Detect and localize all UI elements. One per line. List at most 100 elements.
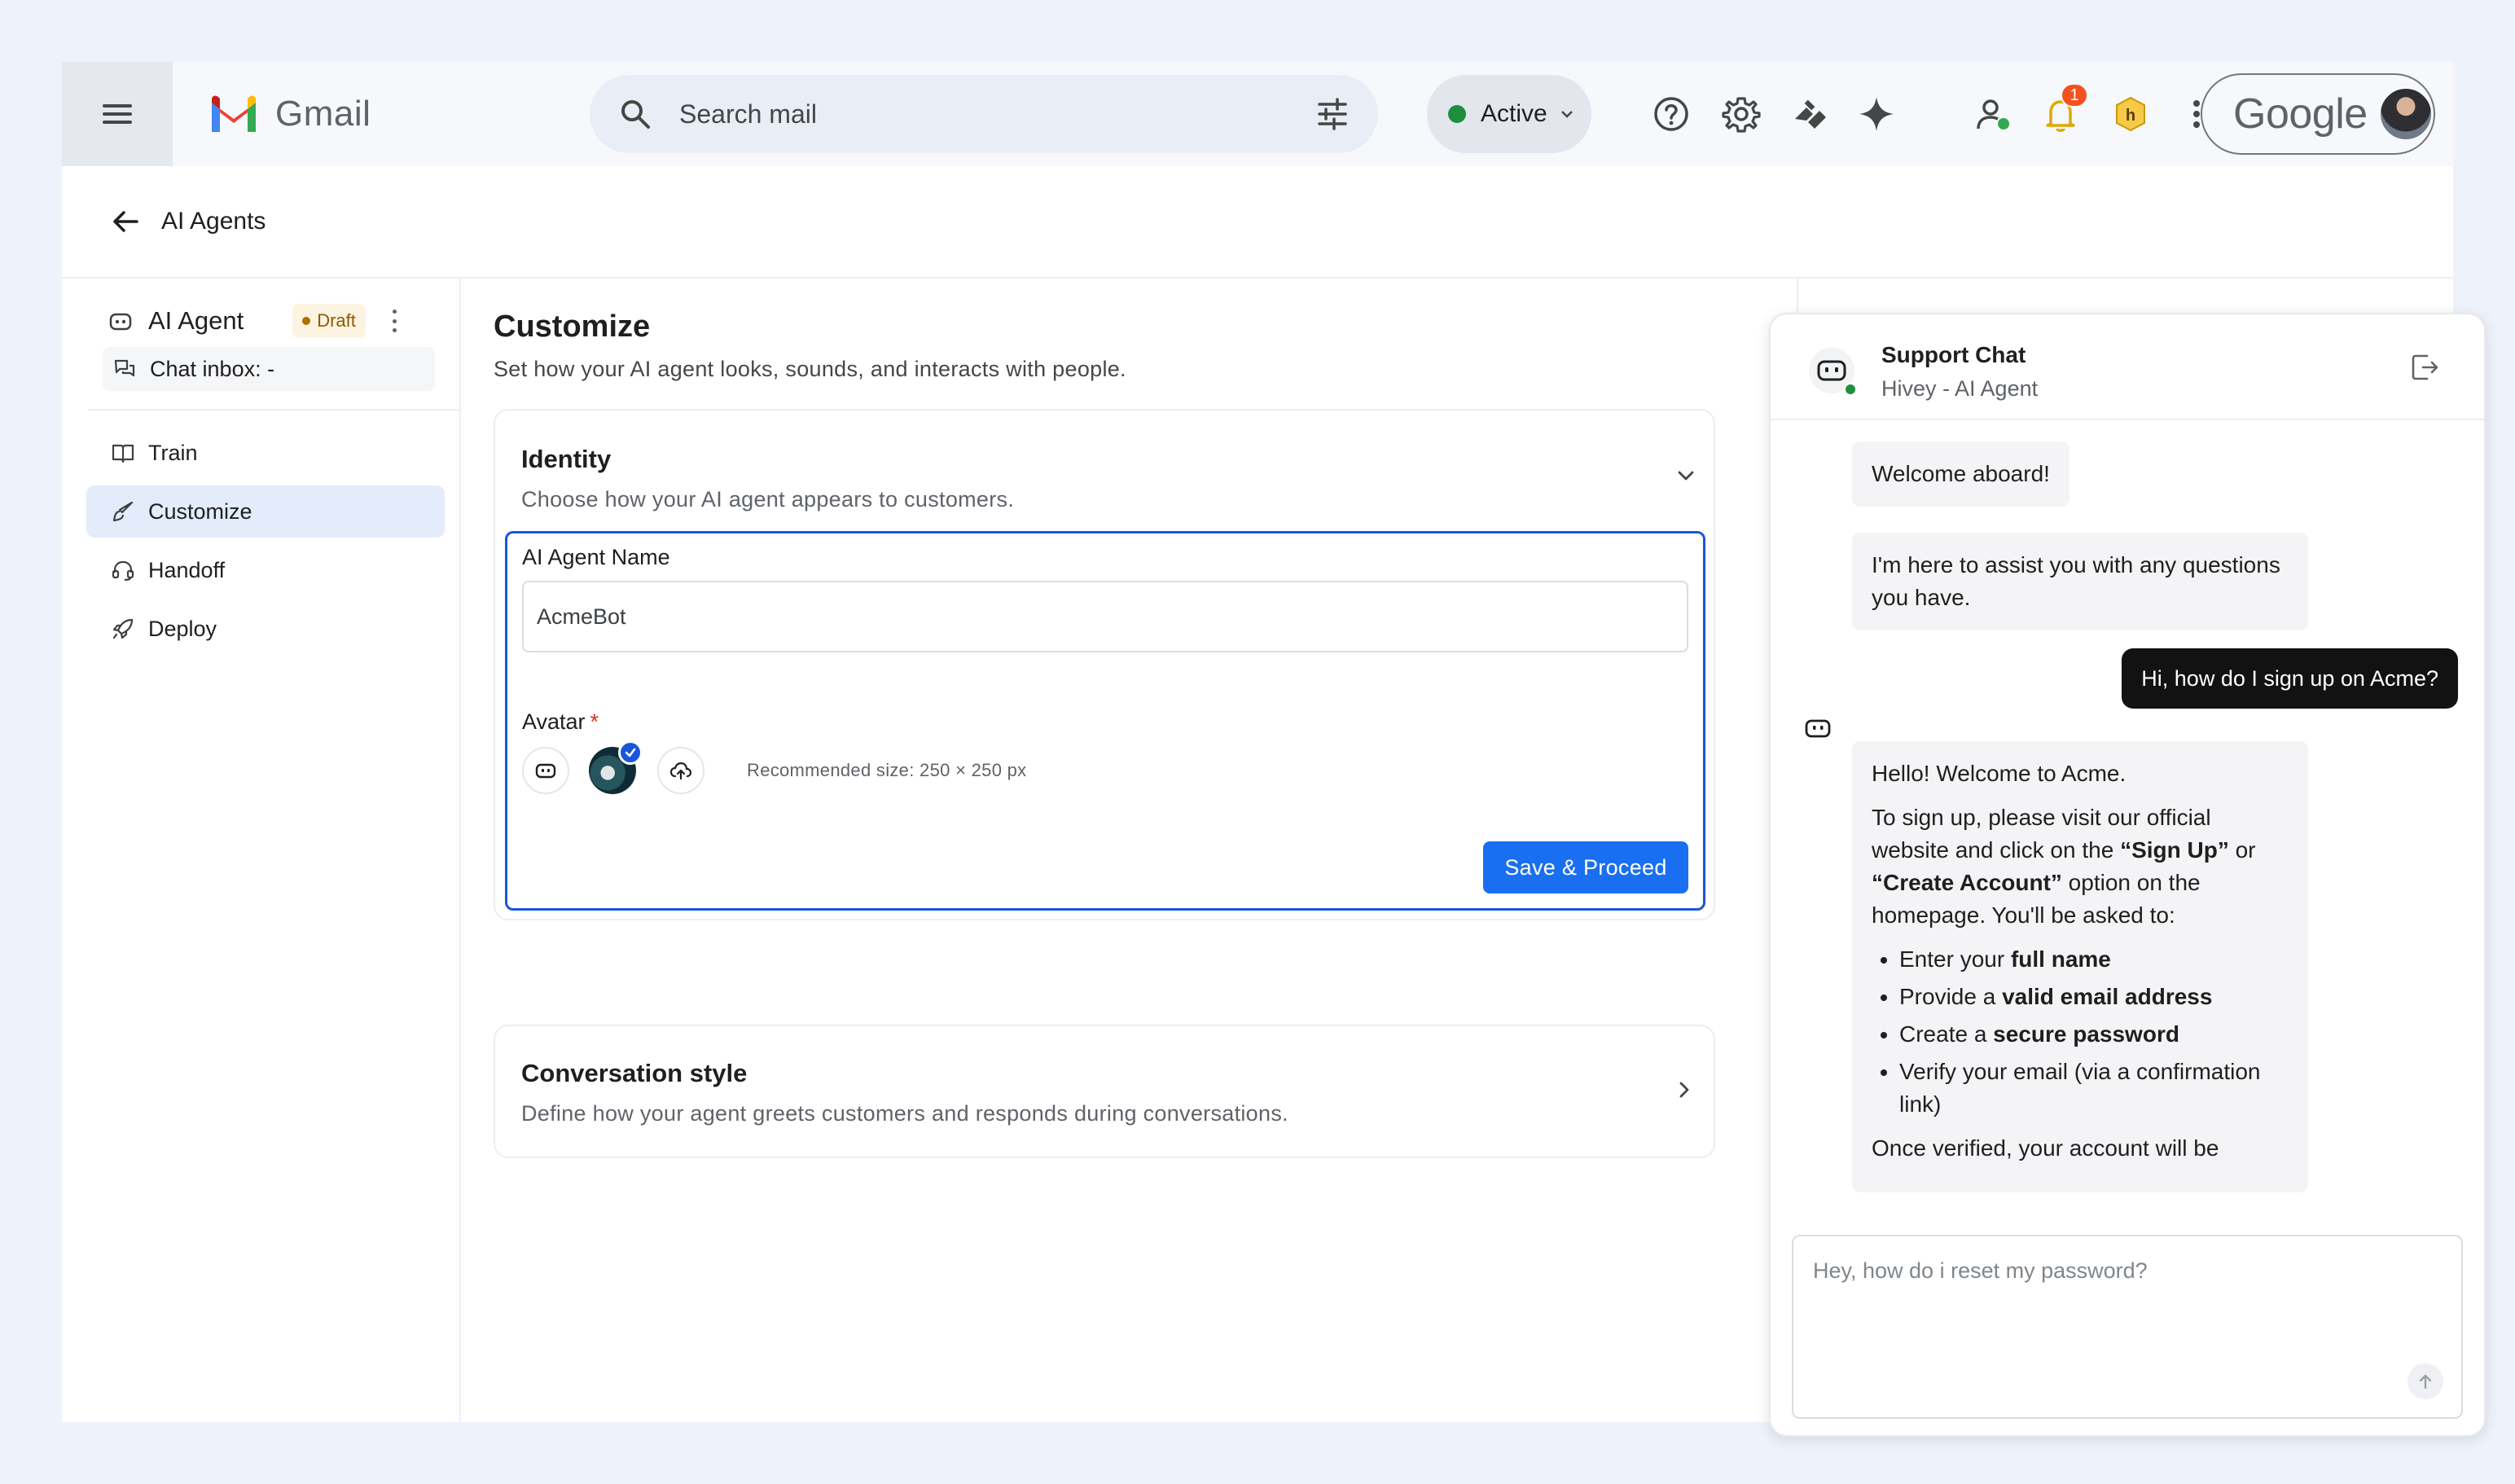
reply-intro: Hello! Welcome to Acme. — [1872, 761, 2127, 786]
agent-name: AI Agent — [148, 306, 244, 335]
svg-text:h: h — [2126, 107, 2135, 125]
app-window: Gmail Active — [62, 62, 2486, 1437]
extension-button[interactable]: h — [2109, 93, 2152, 135]
exit-chat-icon[interactable] — [2409, 352, 2440, 383]
contacts-icon — [1977, 99, 2009, 130]
status-dropdown[interactable]: Active — [1427, 75, 1591, 153]
search-input[interactable] — [679, 99, 1315, 130]
recommended-size-hint: Recommended size: 250 × 250 px — [747, 760, 1027, 780]
page-header: AI Agents — [62, 166, 2453, 279]
reply-steps-list: Enter your full name Provide a valid ema… — [1899, 943, 2289, 1121]
nav-item-customize[interactable]: Customize — [86, 485, 445, 538]
chat-subtitle: Hivey - AI Agent — [1881, 376, 2039, 401]
agent-sidebar: AI Agent Draft Chat inbox: - Train Custo… — [62, 279, 461, 1422]
nav-label-train: Train — [148, 440, 198, 465]
reply-tail: Once verified, your account will be — [1872, 1135, 2219, 1161]
avatar-upload-button[interactable] — [657, 747, 704, 794]
identity-card: Identity Choose how your AI agent appear… — [494, 409, 1715, 920]
chat-messages: Welcome aboard! I'm here to assist you w… — [1771, 422, 2484, 1248]
conversation-style-card[interactable]: Conversation style Define how your agent… — [494, 1025, 1715, 1158]
chat-inbox-label: Chat inbox: - — [150, 356, 275, 381]
nav-item-deploy[interactable]: Deploy — [86, 603, 445, 655]
chat-inbox-selector[interactable]: Chat inbox: - — [103, 347, 435, 391]
help-button[interactable] — [1650, 93, 1692, 135]
list-item: Provide a valid email address — [1899, 981, 2289, 1013]
status-label: Active — [1481, 100, 1547, 127]
user-message: Hi, how do I sign up on Acme? — [2122, 648, 2458, 709]
bot-reply-message: Hello! Welcome to Acme. To sign up, plea… — [1852, 741, 2308, 1192]
apps-script-button[interactable] — [1789, 93, 1831, 135]
list-item: Create a secure password — [1899, 1018, 2289, 1051]
customize-panel: Customize Set how your AI agent looks, s… — [461, 279, 1798, 1422]
search-bar[interactable] — [590, 75, 1378, 153]
settings-icon — [1722, 97, 1761, 133]
gmail-m-icon — [212, 95, 256, 132]
sidebar-nav: Train Customize Handoff Deploy — [86, 427, 445, 661]
headset-icon — [112, 560, 134, 582]
cloud-upload-icon — [669, 762, 692, 780]
user-avatar — [2378, 87, 2433, 141]
chevron-down-icon[interactable] — [1674, 464, 1697, 487]
bot-icon — [109, 313, 132, 331]
draft-status-badge: Draft — [292, 304, 366, 338]
identity-title[interactable]: Identity — [521, 445, 611, 474]
back-arrow-icon[interactable] — [109, 205, 142, 238]
settings-button[interactable] — [1720, 93, 1762, 135]
help-icon — [1654, 97, 1688, 131]
account-switcher[interactable]: Google — [2201, 73, 2435, 155]
status-dot — [1448, 105, 1466, 123]
sidebar-divider — [88, 409, 461, 411]
top-bar: Gmail Active — [62, 62, 2453, 166]
bot-icon — [535, 763, 556, 779]
save-proceed-button[interactable]: Save & Proceed — [1483, 841, 1688, 893]
chevron-right-icon[interactable] — [1673, 1078, 1696, 1101]
bot-message: Welcome aboard! — [1852, 441, 2069, 507]
agent-name-label: AI Agent Name — [522, 545, 670, 569]
identity-form: AI Agent Name Avatar* — [505, 531, 1705, 911]
extension-icon: h — [2116, 96, 2145, 132]
search-icon[interactable] — [619, 98, 652, 130]
chat-bubbles-icon — [114, 359, 135, 377]
avatar-picker: Recommended size: 250 × 250 px — [522, 740, 1027, 794]
chat-header: Support Chat Hivey - AI Agent — [1771, 314, 2484, 420]
section-title: Customize — [494, 310, 651, 344]
nav-label-customize: Customize — [148, 498, 252, 524]
page-title: AI Agents — [161, 208, 266, 235]
nav-item-train[interactable]: Train — [86, 427, 445, 479]
online-status-dot — [1844, 383, 1857, 396]
more-options-icon[interactable] — [392, 310, 398, 332]
chat-preview-widget: Support Chat Hivey - AI Agent Welcome ab… — [1769, 313, 2486, 1437]
menu-icon — [103, 104, 132, 124]
main-menu-button[interactable] — [62, 62, 173, 166]
list-item: Enter your full name — [1899, 943, 2289, 976]
draft-dot — [302, 317, 311, 325]
nav-label-handoff: Handoff — [148, 557, 226, 582]
agent-header: AI Agent Draft — [108, 300, 433, 342]
conversation-style-title: Conversation style — [521, 1059, 748, 1087]
list-item: Verify your email (via a confirmation li… — [1899, 1056, 2289, 1121]
avatar-label-text: Avatar — [522, 709, 586, 734]
gemini-icon — [1859, 97, 1894, 131]
section-subtitle: Set how your AI agent looks, sounds, and… — [494, 357, 1126, 381]
avatar-option-image-selected[interactable] — [589, 740, 643, 794]
notifications-button[interactable]: 1 — [2039, 83, 2088, 135]
chat-message-input[interactable] — [1813, 1254, 2432, 1287]
chevron-down-icon — [1560, 111, 1573, 118]
gmail-logo[interactable]: Gmail — [208, 94, 371, 134]
chat-composer — [1792, 1235, 2463, 1419]
google-wordmark: Google — [2233, 90, 2368, 138]
nav-item-handoff[interactable]: Handoff — [86, 544, 445, 596]
send-button[interactable] — [2407, 1363, 2443, 1399]
conversation-style-subtitle: Define how your agent greets customers a… — [521, 1101, 1288, 1126]
identity-subtitle: Choose how your AI agent appears to cust… — [521, 487, 1015, 511]
rocket-icon — [112, 618, 134, 639]
avatar-label: Avatar * — [522, 709, 599, 735]
checkmark-icon — [618, 740, 643, 765]
tune-icon[interactable] — [1315, 96, 1350, 132]
avatar-option-bot[interactable] — [522, 747, 569, 794]
gemini-button[interactable] — [1855, 93, 1898, 135]
reply-paragraph: To sign up, please visit our official we… — [1872, 805, 2256, 928]
contacts-button[interactable] — [1973, 93, 2015, 135]
arrow-up-icon — [2419, 1374, 2432, 1390]
agent-name-input[interactable] — [522, 581, 1688, 652]
